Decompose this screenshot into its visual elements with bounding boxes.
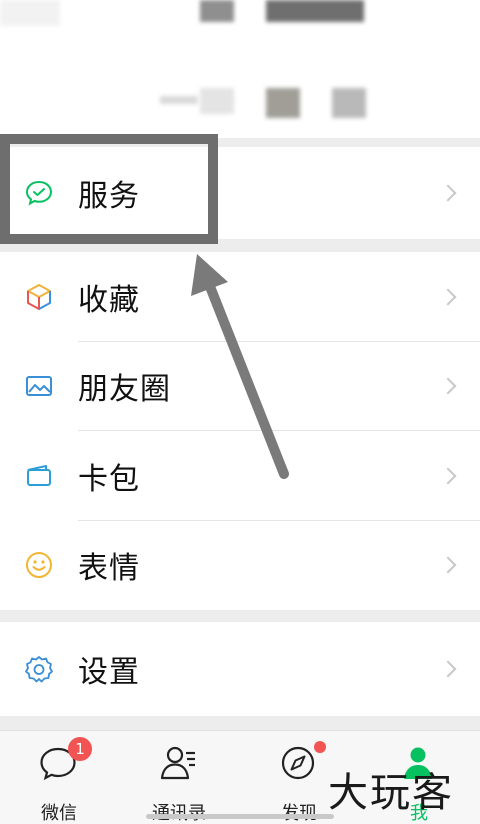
menu-label-stickers: 表情: [78, 551, 140, 587]
blurred-region: [266, 0, 364, 22]
menu-label-moments: 朋友圈: [78, 372, 171, 408]
menu-item-cards[interactable]: 卡包: [0, 431, 480, 521]
blurred-region: [200, 88, 234, 114]
chevron-right-icon: [439, 288, 457, 306]
menu-label-cards: 卡包: [78, 461, 140, 497]
watermark-text: 大玩客: [328, 770, 454, 816]
menu-label-favorites: 收藏: [78, 282, 140, 318]
home-indicator: [146, 814, 334, 819]
card-icon: [22, 459, 56, 493]
menu-label-settings: 设置: [78, 655, 140, 690]
menu-item-stickers[interactable]: 表情: [0, 521, 480, 611]
menu-group-main: 收藏 朋友圈 卡包 表情: [0, 252, 480, 610]
profile-header[interactable]: [0, 0, 480, 138]
blurred-region: [266, 88, 300, 118]
chevron-right-icon: [439, 467, 457, 485]
blurred-region: [160, 96, 198, 104]
unread-badge: 1: [68, 737, 92, 761]
tab-label-contacts: 通讯录: [134, 799, 224, 824]
smiley-icon: [22, 548, 56, 582]
contacts-icon: [160, 746, 195, 780]
chevron-right-icon: [439, 556, 457, 574]
annotation-highlight-box: [0, 134, 218, 244]
cube-icon: [22, 280, 56, 314]
menu-group-settings: 设置: [0, 622, 480, 716]
chevron-right-icon: [439, 377, 457, 395]
chevron-right-icon: [439, 184, 457, 202]
tab-label-chats: 微信: [41, 803, 77, 824]
menu-item-moments[interactable]: 朋友圈: [0, 342, 480, 431]
blurred-region: [332, 88, 366, 118]
blurred-region: [200, 0, 234, 22]
menu-item-settings[interactable]: 设置: [0, 622, 480, 716]
tab-contacts[interactable]: 通讯录: [134, 743, 224, 824]
new-content-dot: [314, 741, 326, 753]
blurred-region: [0, 0, 60, 26]
compass-icon: [281, 746, 315, 780]
menu-item-favorites[interactable]: 收藏: [0, 252, 480, 342]
photo-icon: [22, 369, 56, 403]
gear-icon: [22, 652, 56, 686]
chevron-right-icon: [439, 660, 457, 678]
tab-chats[interactable]: 1 微信: [14, 737, 104, 824]
